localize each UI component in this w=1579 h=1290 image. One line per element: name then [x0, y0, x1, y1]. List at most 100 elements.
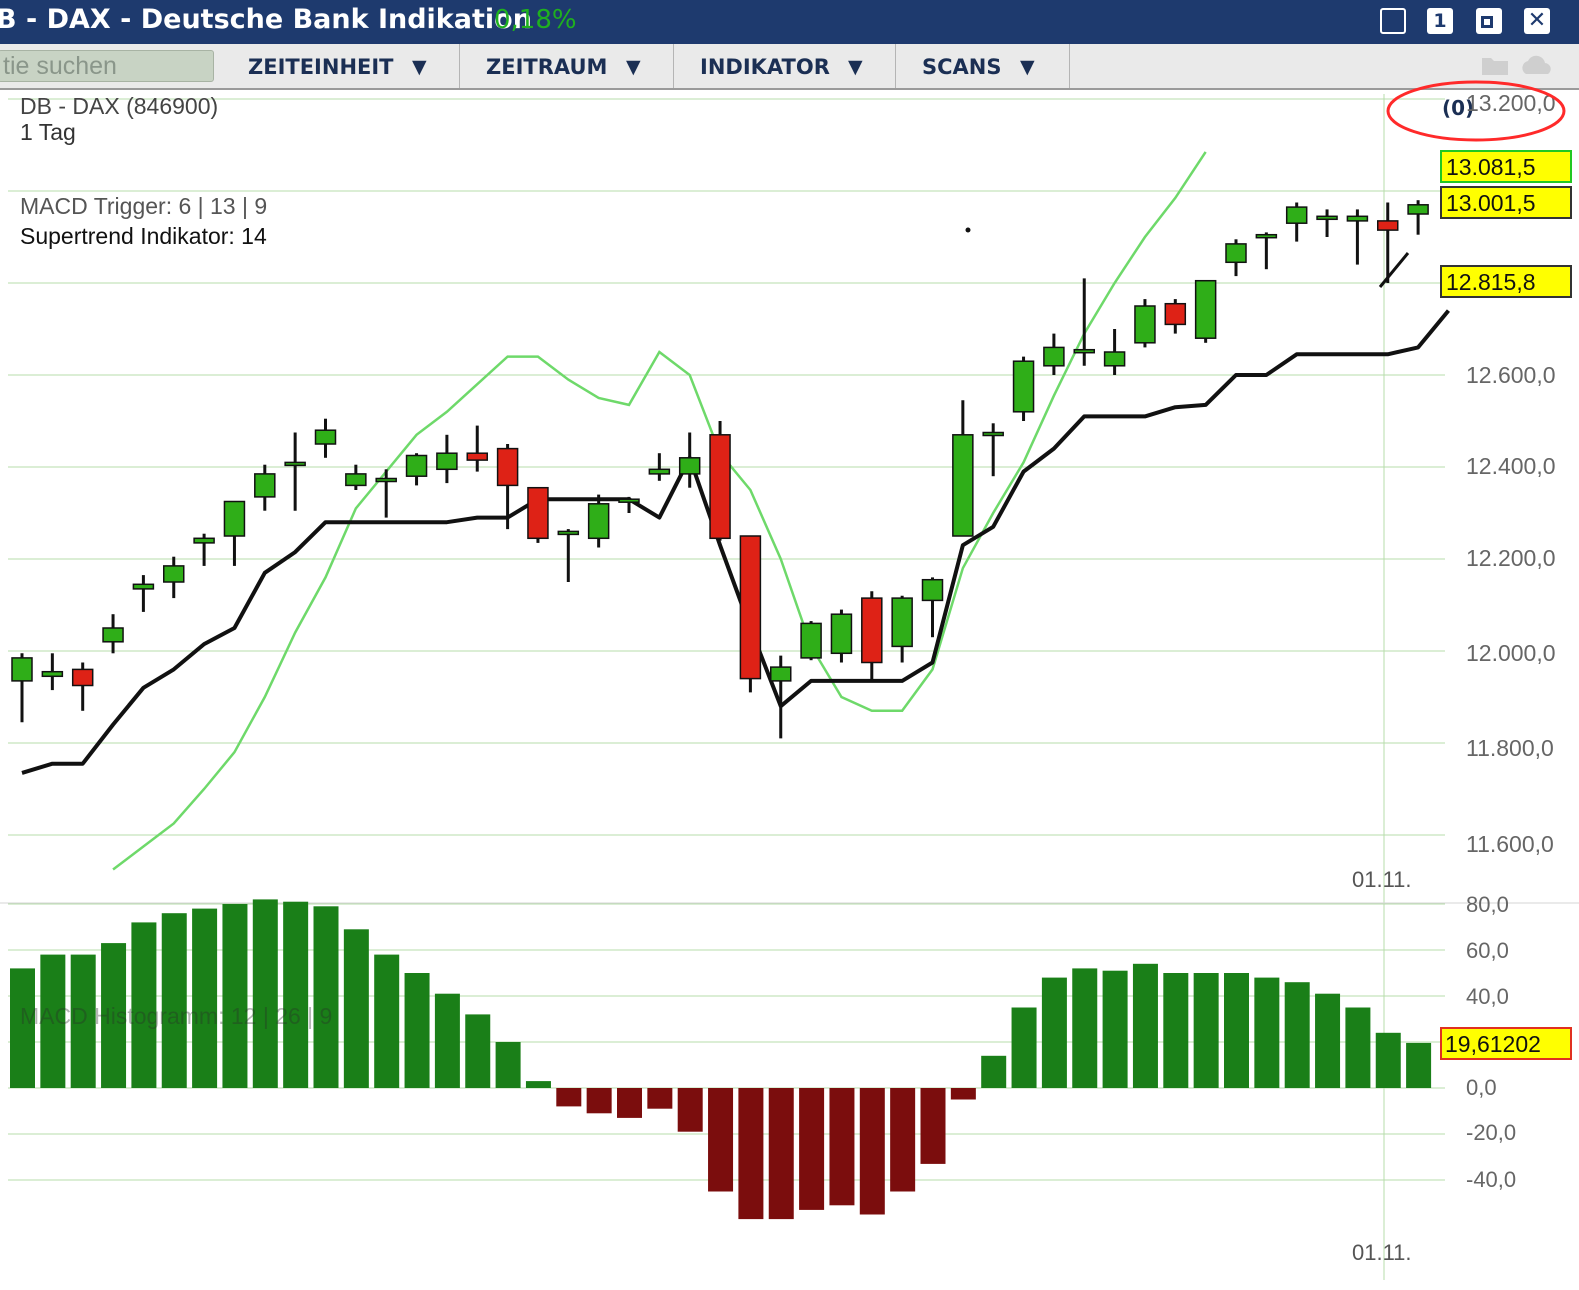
y-tick-label: 11.800,0: [1466, 735, 1554, 761]
candle-body: [1255, 233, 1278, 239]
candle-body: [1316, 215, 1338, 221]
histogram-title: MACD Histogramm: 12 | 26 | 9: [20, 1003, 332, 1029]
histogram-bar: [343, 929, 369, 1088]
histogram-bar: [313, 906, 339, 1088]
candle-body: [11, 657, 33, 682]
histogram-bar: [192, 908, 218, 1088]
candle-body: [800, 622, 822, 659]
candle-body: [527, 486, 549, 540]
histogram-bar: [1254, 977, 1280, 1088]
y-tick-label: 12.600,0: [1466, 362, 1556, 388]
histogram-bar: [708, 1088, 734, 1192]
histogram-bar: [981, 1055, 1007, 1088]
candle-body: [557, 530, 580, 536]
candle-body: [952, 434, 974, 537]
candle-body: [102, 627, 124, 643]
candle-body: [770, 666, 792, 682]
y-tick-label: -20,0: [1466, 1120, 1516, 1145]
candle-body: [1377, 220, 1399, 231]
histogram-bar: [1041, 977, 1067, 1088]
candle-body: [1134, 305, 1156, 344]
y-tick-label: 60,0: [1466, 938, 1509, 963]
candle-body: [284, 461, 306, 467]
indicator-label: MACD Trigger: 6 | 13 | 9: [20, 193, 267, 219]
candle-body: [1194, 279, 1217, 339]
histogram-bar: [768, 1088, 794, 1220]
candle-body: [345, 473, 367, 487]
histogram-bar: [829, 1088, 855, 1206]
histogram-bar: [890, 1088, 916, 1192]
candle-body: [254, 473, 276, 498]
histogram-bar: [1375, 1032, 1401, 1088]
x-tick-label: 01.11.: [1352, 1240, 1412, 1265]
candle-body: [163, 565, 185, 583]
histogram-bar: [161, 913, 187, 1088]
histogram-bar: [799, 1088, 825, 1210]
histogram-bar: [434, 993, 460, 1088]
candle-body: [618, 498, 640, 503]
histogram-bar: [1132, 963, 1158, 1088]
histogram-bar: [1315, 993, 1341, 1088]
histogram-bar: [1284, 982, 1310, 1088]
histogram-bar: [465, 1014, 491, 1088]
chart-area[interactable]: DB - DAX (846900)1 Tag MACD Trigger: 6 | …: [0, 0, 1579, 1290]
histogram-bar: [586, 1088, 612, 1114]
candle-body: [709, 434, 731, 540]
candle-body: [891, 597, 913, 648]
candle-body: [739, 535, 762, 680]
candle-body: [193, 537, 215, 544]
histogram-bar: [859, 1088, 885, 1215]
candle-body: [314, 429, 337, 445]
candle-body: [223, 500, 246, 537]
candle-body: [41, 670, 64, 678]
histogram-bar: [1102, 970, 1128, 1088]
candle-body: [436, 452, 458, 471]
chart-title: DB - DAX (846900): [20, 93, 218, 119]
value-tag-label: 19,61202: [1445, 1031, 1541, 1057]
candle-body: [982, 431, 1004, 437]
histogram-bar: [495, 1042, 521, 1088]
candle-body: [1012, 360, 1035, 413]
y-tick-label: 12.400,0: [1466, 453, 1556, 479]
candle-body: [1285, 206, 1308, 224]
histogram-bar: [404, 973, 430, 1088]
candle-body: [1164, 302, 1187, 326]
histogram-bar: [222, 904, 248, 1088]
supertrend-line: [21, 309, 1450, 775]
histogram-bar: [1406, 1042, 1432, 1088]
y-tick-label: 13.200,0: [1466, 90, 1556, 116]
candle-body: [830, 613, 853, 655]
y-tick-label: -40,0: [1466, 1167, 1516, 1192]
x-tick-label: 01.11.: [1352, 867, 1412, 892]
histogram-bar: [1072, 968, 1098, 1088]
histogram-bar: [1224, 973, 1249, 1088]
histogram-bar: [1163, 973, 1189, 1088]
histogram-bar: [525, 1081, 551, 1088]
y-tick-label: 0,0: [1466, 1075, 1497, 1100]
y-tick-label: 80,0: [1466, 892, 1509, 917]
y-tick-label: 40,0: [1466, 984, 1509, 1009]
candle-body: [375, 477, 397, 483]
histogram-bar: [252, 899, 278, 1088]
candle-body: [648, 468, 671, 475]
histogram-bar: [374, 954, 400, 1088]
histogram-bar: [283, 901, 309, 1088]
histogram-bar: [920, 1088, 946, 1164]
y-tick-label: 11.600,0: [1466, 831, 1554, 857]
candle-body: [921, 578, 944, 602]
candle-body: [466, 452, 488, 461]
y-tick-label: 12.200,0: [1466, 545, 1556, 571]
candle-body: [496, 447, 519, 487]
y-tick-label: 12.000,0: [1466, 640, 1556, 666]
histogram-bar: [556, 1088, 582, 1107]
candle-body: [861, 597, 883, 664]
histogram-bar: [738, 1088, 764, 1220]
dot-mark: [965, 227, 971, 233]
candle-body: [1407, 204, 1429, 215]
candle-body: [71, 668, 94, 687]
chart-timeframe: 1 Tag: [20, 119, 76, 145]
price-tag-label: 13.081,5: [1446, 154, 1536, 180]
indicator-label: Supertrend Indikator: 14: [20, 223, 267, 249]
histogram-bar: [1345, 1007, 1371, 1088]
histogram-bar: [617, 1088, 642, 1118]
